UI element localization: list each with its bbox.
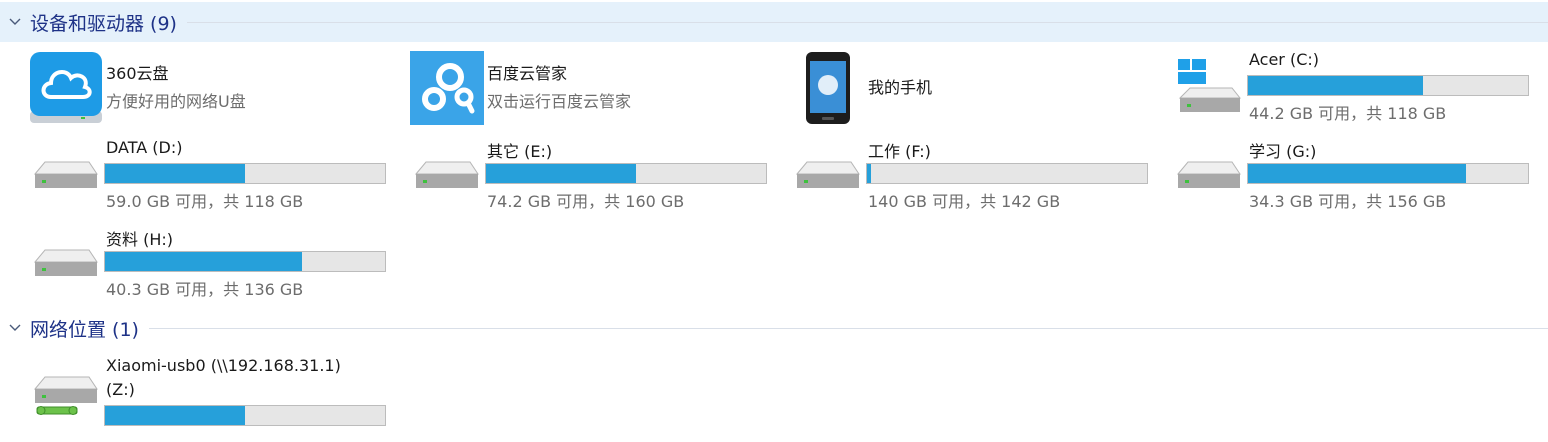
drive-name: 学习 (G:) xyxy=(1249,142,1317,161)
group-divider xyxy=(186,21,1548,23)
drive-name: DATA (D:) xyxy=(106,138,183,157)
drive-free-space: 44.2 GB 可用，共 118 GB xyxy=(1249,104,1447,123)
windows-drive-icon xyxy=(1169,48,1249,128)
drive-name: 资料 (H:) xyxy=(106,230,173,249)
drive-free-space: 40.3 GB 可用，共 136 GB xyxy=(106,280,304,299)
hard-drive-icon xyxy=(26,136,106,216)
network-drive-name: Xiaomi-usb0 (\\192.168.31.1) xyxy=(106,356,341,375)
network-group-header[interactable]: 网络位置 (1) xyxy=(0,308,1548,348)
drive-usage-fill xyxy=(105,252,303,271)
drive-usage-fill xyxy=(486,164,637,183)
drive-usage-bar xyxy=(1247,163,1529,184)
hard-drive-icon xyxy=(407,136,487,216)
network-group-title: 网络位置 (1) xyxy=(30,318,139,341)
hard-drive-icon xyxy=(788,136,868,216)
hard-drive-icon xyxy=(26,224,106,304)
app-description: 双击运行百度云管家 xyxy=(487,92,632,111)
drive-usage-fill xyxy=(867,164,871,183)
drive-usage-fill xyxy=(105,406,245,425)
drive-tile-d[interactable]: DATA (D:) 59.0 GB 可用，共 118 GB xyxy=(26,136,396,216)
network-drive-tile-z[interactable]: Xiaomi-usb0 (\\192.168.31.1) (Z:) xyxy=(26,354,396,434)
drive-tile-c[interactable]: Acer (C:) 44.2 GB 可用，共 118 GB xyxy=(1169,48,1539,128)
drive-tile-f[interactable]: 工作 (F:) 140 GB 可用，共 142 GB xyxy=(788,136,1158,216)
drive-tile-h[interactable]: 资料 (H:) 40.3 GB 可用，共 136 GB xyxy=(26,224,396,304)
chevron-down-icon[interactable] xyxy=(0,308,30,348)
drive-usage-bar xyxy=(104,251,386,272)
drive-name: Acer (C:) xyxy=(1249,50,1320,69)
devices-group-header[interactable]: 设备和驱动器 (9) xyxy=(0,2,1548,42)
network-drive-letter: (Z:) xyxy=(106,380,135,399)
drive-usage-fill xyxy=(105,164,245,183)
drive-usage-fill xyxy=(1248,76,1423,95)
device-name: 我的手机 xyxy=(868,78,933,97)
drive-usage-fill xyxy=(1248,164,1467,183)
group-divider xyxy=(148,327,1548,329)
drive-tile-e[interactable]: 其它 (E:) 74.2 GB 可用，共 160 GB xyxy=(407,136,777,216)
devices-group-title: 设备和驱动器 (9) xyxy=(30,12,177,35)
drive-free-space: 34.3 GB 可用，共 156 GB xyxy=(1249,192,1447,211)
chevron-down-icon[interactable] xyxy=(0,2,30,42)
drive-name: 其它 (E:) xyxy=(487,142,553,161)
drive-free-space: 74.2 GB 可用，共 160 GB xyxy=(487,192,685,211)
app-name: 百度云管家 xyxy=(487,64,568,83)
drive-free-space: 140 GB 可用，共 142 GB xyxy=(868,192,1061,211)
phone-icon xyxy=(788,48,868,128)
app-description: 方便好用的网络U盘 xyxy=(106,92,246,111)
app-name: 360云盘 xyxy=(106,64,169,83)
360-cloud-icon xyxy=(26,48,106,128)
drive-usage-bar xyxy=(1247,75,1529,96)
drive-tile-g[interactable]: 学习 (G:) 34.3 GB 可用，共 156 GB xyxy=(1169,136,1539,216)
device-tile-my-phone[interactable]: 我的手机 xyxy=(788,48,1158,128)
baidu-cloud-icon xyxy=(407,48,487,128)
drive-usage-bar xyxy=(866,163,1148,184)
drive-usage-bar xyxy=(104,405,386,426)
drive-name: 工作 (F:) xyxy=(868,142,931,161)
app-tile-baidu-cloud[interactable]: 百度云管家 双击运行百度云管家 xyxy=(407,48,777,128)
network-drive-icon xyxy=(26,354,106,434)
hard-drive-icon xyxy=(1169,136,1249,216)
drive-usage-bar xyxy=(485,163,767,184)
drive-usage-bar xyxy=(104,163,386,184)
app-tile-360-cloud[interactable]: 360云盘 方便好用的网络U盘 xyxy=(26,48,396,128)
drive-free-space: 59.0 GB 可用，共 118 GB xyxy=(106,192,304,211)
